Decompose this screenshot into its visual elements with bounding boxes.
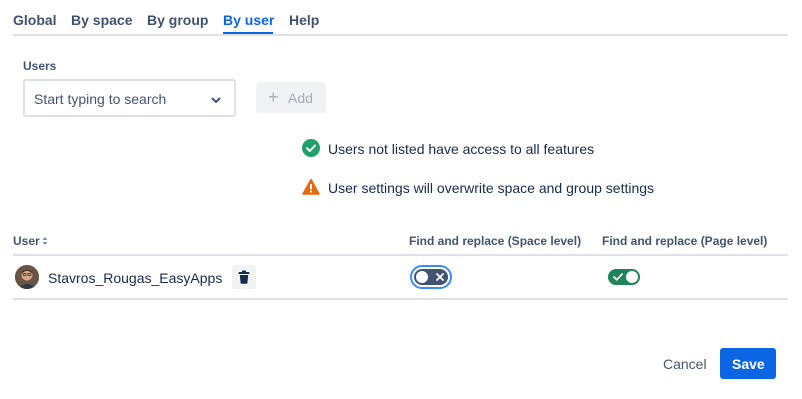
column-header-user-label: User [13,234,40,248]
save-button-label: Save [732,356,765,372]
tab-bar: Global By space By group By user Help [13,0,788,36]
tab-global[interactable]: Global [13,12,57,28]
table-header-divider [13,254,788,256]
tab-by-user[interactable]: By user [223,12,274,28]
users-field-label: Users [23,59,57,73]
add-user-button[interactable]: + Add [256,82,326,113]
chevron-down-icon[interactable] [210,93,222,111]
tab-by-group[interactable]: By group [147,12,208,28]
user-name: Stavros_Rougas_EasyApps [48,270,223,286]
space-level-toggle[interactable] [410,265,452,289]
user-avatar [15,265,39,289]
users-select-placeholder: Start typing to search [34,91,167,107]
save-button[interactable]: Save [720,348,776,379]
delete-user-button[interactable] [232,265,256,289]
active-tab-indicator [223,32,273,34]
trash-icon [238,270,250,284]
close-icon [436,273,444,281]
message-text: User settings will overwrite space and g… [328,180,655,196]
column-header-user[interactable]: User [13,234,48,249]
tab-help[interactable]: Help [289,12,319,28]
toggle-knob [626,271,638,283]
cancel-button[interactable]: Cancel [652,348,718,379]
tab-by-space[interactable]: By space [71,12,132,28]
column-header-page-level: Find and replace (Page level) [602,234,768,248]
warning-icon [302,178,320,201]
plus-icon: + [268,87,279,107]
cancel-button-label: Cancel [663,356,707,372]
users-select[interactable]: Start typing to search [23,79,236,117]
toggle-track-off [414,269,448,285]
check-icon [613,273,623,281]
add-button-label: Add [288,90,313,106]
table-row-divider [13,298,788,300]
column-header-space-level: Find and replace (Space level) [409,234,582,248]
message-text: Users not listed have access to all feat… [328,141,595,157]
check-circle-icon [302,139,320,162]
sort-icon[interactable] [42,235,48,249]
page-level-toggle[interactable] [608,269,640,285]
toggle-knob [416,271,428,283]
